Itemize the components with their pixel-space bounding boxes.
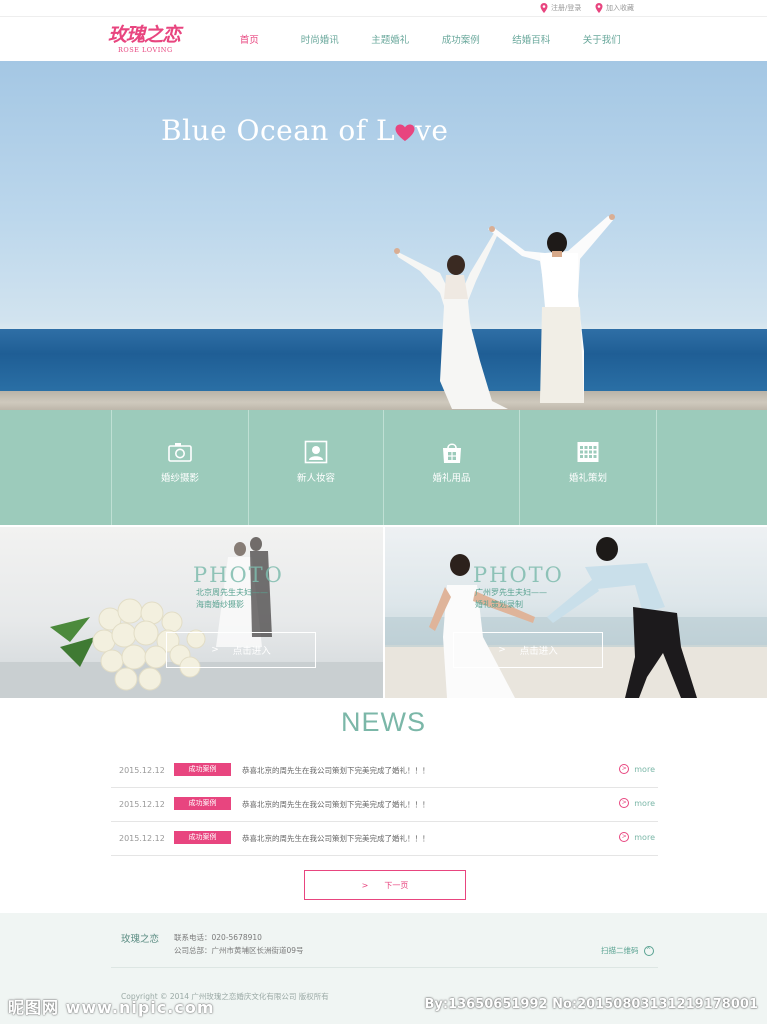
chevron-right-icon: > (361, 880, 369, 890)
news-headline[interactable]: 恭喜北京的周先生在我公司策划下完美完成了婚礼！！！ (242, 833, 430, 844)
photo-panel-left: PHOTO 北京周先生夫妇—— 海南婚纱摄影 > 点击进入 (0, 527, 383, 698)
chevron-right-circle-icon: > (619, 832, 630, 842)
main-nav: 首页 时尚婚讯 主题婚礼 成功案例 结婚百科 关于我们 (214, 32, 637, 46)
enter-button[interactable]: > 点击进入 (453, 632, 603, 668)
chevron-right-icon: > (498, 645, 506, 655)
footer-divider (111, 967, 658, 968)
tile-bridal-makeup[interactable]: 新人妆容 (248, 410, 383, 525)
news-headline[interactable]: 恭喜北京的周先生在我公司策划下完美完成了婚礼！！！ (242, 765, 430, 776)
hero-banner: Blue Ocean of L ve (0, 61, 767, 410)
tile-label: 新人妆容 (296, 473, 335, 484)
news-more-label: more (634, 798, 655, 808)
chevron-up-circle-icon: ^ (643, 945, 654, 956)
nav-item-fashion-news[interactable]: 时尚婚讯 (285, 32, 356, 46)
news-category-badge: 成功案例 (174, 831, 231, 844)
hero-title: Blue Ocean of L ve (161, 114, 448, 147)
logo-english-text: ROSE LOVING (118, 46, 173, 54)
tile-wedding-photography[interactable]: 婚纱摄影 (111, 410, 248, 525)
register-login-link[interactable]: 注册/登录 (540, 3, 581, 13)
enter-button-label: 点击进入 (232, 646, 271, 657)
news-category-badge: 成功案例 (174, 797, 231, 810)
nav-item-home[interactable]: 首页 (214, 32, 285, 46)
heart-icon (395, 124, 415, 141)
news-item[interactable]: 2015.12.12 成功案例 恭喜北京的周先生在我公司策划下完美完成了婚礼！！… (111, 822, 658, 856)
footer-address: 公司总部：广州市黄埔区长洲街道09号 (174, 946, 304, 955)
add-favorite-link[interactable]: 加入收藏 (595, 3, 634, 13)
photo-caption-line2: 海南婚纱摄影 (196, 600, 244, 609)
news-category-badge: 成功案例 (174, 763, 231, 776)
nav-item-theme-wedding[interactable]: 主题婚礼 (355, 32, 426, 46)
news-heading: NEWS (341, 707, 426, 737)
photo-caption-line1: 广州罗先生夫妇—— (475, 588, 547, 597)
top-utility-bar: 注册/登录 加入收藏 (0, 0, 767, 17)
photo-heading: PHOTO (473, 563, 564, 587)
news-date: 2015.12.12 (119, 800, 165, 809)
tile-label: 婚礼用品 (432, 473, 471, 484)
next-page-label: 下一页 (384, 880, 409, 890)
logo-chinese-text: 玫瑰之恋 (108, 24, 181, 46)
news-item[interactable]: 2015.12.12 成功案例 恭喜北京的周先生在我公司策划下完美完成了婚礼！！… (111, 788, 658, 822)
scan-qr-label: 扫描二维码 (601, 946, 639, 955)
calendar-icon (577, 442, 599, 462)
footer-phone: 联系电话：020-5678910 (174, 933, 262, 942)
tile-label: 婚礼策划 (568, 473, 607, 484)
watermark-right: By:13650651992 No:20150803131219178001 (424, 997, 758, 1012)
news-more-link[interactable]: > more (619, 832, 655, 842)
chevron-right-circle-icon: > (619, 798, 630, 808)
news-more-link[interactable]: > more (619, 764, 655, 774)
enter-button-label: 点击进入 (519, 646, 558, 657)
photo-caption-line1: 北京周先生夫妇—— (196, 588, 268, 597)
bouquet-photo (0, 537, 383, 698)
site-header: 玫瑰之恋 ROSE LOVING 首页 时尚婚讯 主题婚礼 成功案例 结婚百科 … (0, 17, 767, 61)
enter-button[interactable]: > 点击进入 (166, 632, 316, 668)
tile-wedding-planning[interactable]: 婚礼策划 (519, 410, 657, 525)
nav-item-about-us[interactable]: 关于我们 (567, 32, 638, 46)
news-date: 2015.12.12 (119, 766, 165, 775)
feature-tiles: 婚纱摄影 新人妆容 婚礼用品 婚礼策划 (0, 410, 767, 525)
watermark-left: 昵图网 www.nipic.com (8, 998, 215, 1017)
news-more-label: more (634, 832, 655, 842)
portrait-icon (304, 440, 328, 464)
chevron-right-circle-icon: > (619, 764, 630, 774)
tile-label: 婚纱摄影 (160, 473, 199, 484)
scan-qr-link[interactable]: 扫描二维码 ^ (601, 945, 654, 956)
photo-heading: PHOTO (193, 563, 284, 587)
camera-icon (168, 443, 192, 462)
register-login-label: 注册/登录 (551, 4, 582, 12)
news-more-link[interactable]: > more (619, 798, 655, 808)
news-more-label: more (634, 764, 655, 774)
pin-icon (595, 3, 603, 13)
add-favorite-label: 加入收藏 (606, 4, 634, 12)
nav-item-success-cases[interactable]: 成功案例 (426, 32, 497, 46)
site-logo[interactable]: 玫瑰之恋 ROSE LOVING (108, 20, 200, 58)
pin-icon (540, 3, 548, 13)
photo-caption-line2: 婚礼策划录制 (475, 600, 523, 609)
footer-brand: 玫瑰之恋 (121, 934, 160, 945)
beach-couple-photo (385, 537, 767, 698)
next-page-button[interactable]: > 下一页 (304, 870, 466, 900)
hero-title-end: ve (415, 114, 449, 147)
hero-title-start: Blue Ocean of L (161, 114, 396, 147)
nav-item-wedding-wiki[interactable]: 结婚百科 (496, 32, 567, 46)
news-date: 2015.12.12 (119, 834, 165, 843)
news-item[interactable]: 2015.12.12 成功案例 恭喜北京的周先生在我公司策划下完美完成了婚礼！！… (111, 754, 658, 788)
tile-wedding-supplies[interactable]: 婚礼用品 (383, 410, 519, 525)
photo-panel-right: PHOTO 广州罗先生夫妇—— 婚礼策划录制 > 点击进入 (385, 527, 767, 698)
news-headline[interactable]: 恭喜北京的周先生在我公司策划下完美完成了婚礼！！！ (242, 799, 430, 810)
chevron-right-icon: > (211, 645, 219, 655)
shopping-bag-icon (442, 443, 461, 463)
